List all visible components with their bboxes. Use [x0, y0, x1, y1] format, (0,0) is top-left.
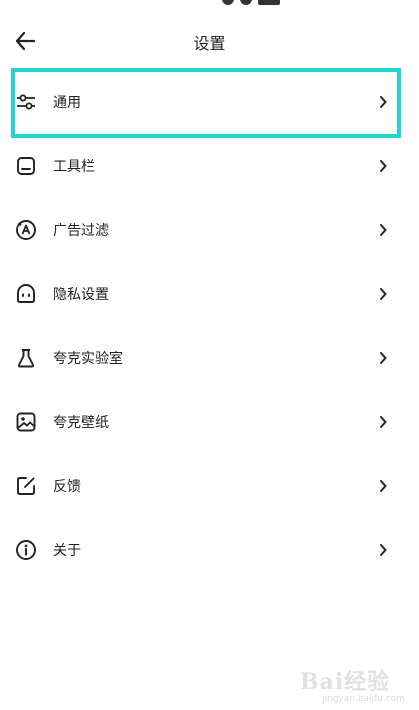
- chevron-right-icon: [378, 415, 388, 429]
- info-icon: [15, 539, 37, 561]
- menu-item-ad-filter[interactable]: 广告过滤: [0, 198, 419, 262]
- system-icons: [222, 0, 280, 5]
- watermark-text: Bai经验: [300, 669, 391, 695]
- page-title: 设置: [193, 34, 226, 53]
- sliders-icon: [15, 91, 37, 113]
- feedback-icon: [15, 475, 37, 497]
- menu-item-feedback[interactable]: 反馈: [0, 454, 419, 518]
- status-bar: [0, 0, 419, 10]
- privacy-icon: [15, 283, 37, 305]
- wallpaper-icon: [15, 411, 37, 433]
- menu-item-wallpaper[interactable]: 夸克壁纸: [0, 390, 419, 454]
- baidu-jingyan-watermark: Bai经验 jingyan.baidu.com: [300, 650, 410, 705]
- flask-icon: [15, 347, 37, 369]
- notification-icon: [240, 0, 252, 5]
- menu-item-label: 反馈: [53, 479, 81, 495]
- chevron-right-icon: [378, 287, 388, 301]
- chevron-right-icon: [378, 223, 388, 237]
- chevron-right-icon: [378, 543, 388, 557]
- menu-item-label: 夸克实验室: [53, 351, 123, 367]
- menu-item-label: 广告过滤: [53, 223, 109, 239]
- battery-icon: [258, 0, 280, 5]
- menu-item-label: 工具栏: [53, 159, 95, 175]
- settings-menu: 通用 工具栏 广告过滤 隐私设置 夸克实验室 夸克壁纸 反馈 关于: [0, 68, 419, 582]
- menu-item-general[interactable]: 通用: [0, 68, 419, 138]
- chevron-right-icon: [378, 159, 388, 173]
- menu-item-toolbar[interactable]: 工具栏: [0, 134, 419, 198]
- chevron-right-icon: [378, 479, 388, 493]
- menu-item-label: 通用: [53, 95, 81, 111]
- header: 设置: [0, 10, 419, 70]
- ad-filter-icon: [15, 219, 37, 241]
- chevron-right-icon: [378, 351, 388, 365]
- toolbar-icon: [15, 155, 37, 177]
- menu-item-label: 夸克壁纸: [53, 415, 109, 431]
- menu-item-about[interactable]: 关于: [0, 518, 419, 582]
- menu-item-label: 关于: [53, 543, 81, 559]
- menu-item-lab[interactable]: 夸克实验室: [0, 326, 419, 390]
- chevron-right-icon: [378, 95, 388, 109]
- menu-item-privacy[interactable]: 隐私设置: [0, 262, 419, 326]
- menu-item-label: 隐私设置: [53, 287, 109, 303]
- watermark-url: jingyan.baidu.com: [322, 694, 406, 704]
- alarm-icon: [222, 0, 234, 5]
